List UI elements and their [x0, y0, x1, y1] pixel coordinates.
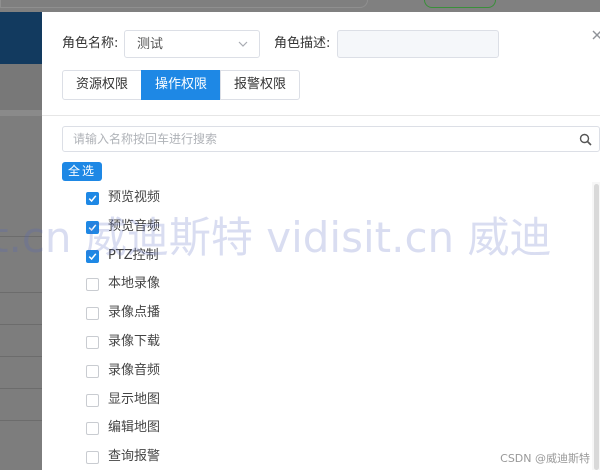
permission-item[interactable]: 查询报警 [86, 447, 246, 467]
permission-label: 录像音频 [108, 362, 161, 378]
tab-operation-permission[interactable]: 操作权限 [141, 70, 222, 100]
permission-label: 录像点播 [108, 305, 161, 321]
background-table-row [0, 292, 42, 293]
permission-checkbox[interactable] [86, 364, 99, 378]
permission-item[interactable]: 预览视频 [86, 188, 246, 208]
search-placeholder: 请输入名称按回车进行搜索 [73, 132, 218, 146]
permission-label: PTZ控制 [108, 247, 159, 263]
permission-item[interactable]: 录像点播 [86, 303, 246, 323]
permission-checkbox[interactable] [86, 192, 99, 205]
permission-item[interactable]: 显示地图 [86, 390, 246, 410]
permission-item[interactable]: 录像音频 [86, 361, 246, 381]
background-table-row [0, 236, 42, 237]
permission-label: 预览视频 [108, 190, 161, 205]
role-description-label: 角色描述: [274, 36, 331, 51]
background-table-row [0, 324, 42, 325]
permission-item[interactable]: 本地录像 [86, 274, 246, 294]
drawer-header: 角色名称: 测试 角色描述: 资源权限 操作权限 报警权限 [42, 12, 600, 116]
scrollbar-thumb[interactable] [594, 184, 599, 470]
permission-item[interactable]: 录像下载 [86, 332, 246, 352]
background-header-bar [0, 12, 42, 64]
role-name-select[interactable]: 测试 [124, 30, 260, 58]
tab-alarm-permission[interactable]: 报警权限 [220, 70, 301, 100]
permission-item[interactable]: PTZ控制 [86, 246, 246, 266]
permission-checkbox[interactable] [86, 451, 99, 465]
permission-checkbox[interactable] [86, 422, 99, 436]
permission-label: 录像下载 [108, 334, 161, 349]
permission-label: 预览音频 [108, 218, 161, 234]
background-search-field [0, 0, 368, 8]
background-table-row [0, 356, 42, 357]
background-pill-button [424, 0, 496, 8]
background-table-row [0, 388, 42, 389]
background-band [0, 64, 42, 110]
permission-checkbox[interactable] [86, 220, 99, 234]
permission-item[interactable]: 预览音频 [86, 217, 246, 237]
select-all-button[interactable]: 全选 [62, 162, 102, 181]
permission-checkbox[interactable] [86, 307, 99, 321]
role-description-input[interactable] [337, 30, 499, 58]
close-icon[interactable] [590, 28, 600, 42]
permission-checkbox[interactable] [86, 249, 99, 263]
permission-search-input[interactable]: 请输入名称按回车进行搜索 [62, 126, 600, 152]
permission-tabs: 资源权限 操作权限 报警权限 [62, 70, 301, 100]
checkmark-icon [88, 195, 97, 203]
role-permission-drawer: 角色名称: 测试 角色描述: 资源权限 操作权限 报警权限 请输入名称按回车进行… [42, 12, 600, 470]
permission-label: 显示地图 [108, 391, 161, 407]
permission-label: 查询报警 [108, 449, 161, 465]
permission-checkbox[interactable] [86, 336, 99, 349]
chevron-down-icon [238, 41, 248, 47]
permission-label: 本地录像 [108, 276, 161, 292]
permission-item[interactable]: 编辑地图 [86, 418, 246, 438]
checkmark-icon [88, 224, 97, 231]
permission-checkbox[interactable] [86, 278, 99, 292]
checkmark-icon [88, 252, 97, 260]
role-name-value: 测试 [137, 37, 164, 52]
csdn-credit: CSDN @威迪斯特 [500, 452, 590, 465]
search-icon[interactable] [579, 133, 592, 146]
tab-resource-permission[interactable]: 资源权限 [62, 70, 143, 100]
background-table-row [0, 420, 42, 421]
permission-checkbox[interactable] [86, 393, 99, 407]
background-divider [0, 110, 42, 116]
permission-label: 编辑地图 [108, 420, 161, 436]
role-name-label: 角色名称: [62, 36, 119, 51]
